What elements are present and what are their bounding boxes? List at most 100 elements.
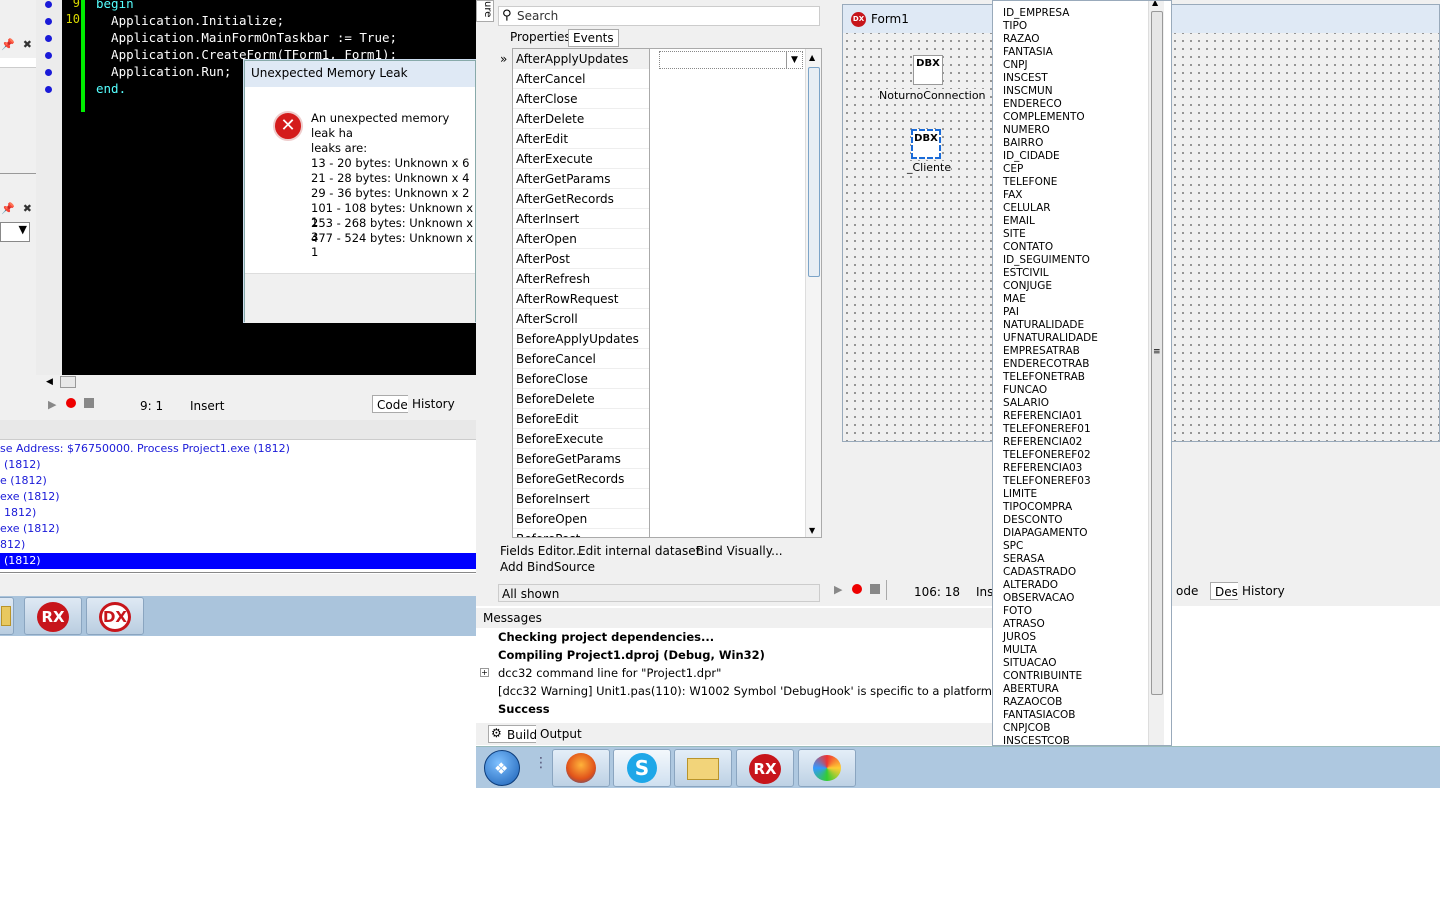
- field-item[interactable]: LIMITE: [1003, 488, 1037, 501]
- play-icon[interactable]: ▶: [48, 398, 56, 411]
- field-item[interactable]: MULTA: [1003, 644, 1037, 657]
- event-item[interactable]: BeforeEdit: [513, 409, 649, 429]
- field-item[interactable]: TIPOCOMPRA: [1003, 501, 1072, 514]
- log-line[interactable]: exe (1812): [0, 521, 60, 537]
- event-item[interactable]: BeforeInsert: [513, 489, 649, 509]
- scroll-up-icon[interactable]: ▲: [1152, 1, 1158, 7]
- fields-editor-link[interactable]: Fields Editor...: [500, 544, 584, 558]
- scroll-down-icon[interactable]: ▼: [809, 526, 815, 535]
- taskbar-button[interactable]: [674, 749, 732, 787]
- field-item[interactable]: BAIRRO: [1003, 137, 1043, 150]
- event-item[interactable]: AfterRefresh: [513, 269, 649, 289]
- dialog-title[interactable]: Unexpected Memory Leak: [245, 61, 475, 87]
- scroll-up-icon[interactable]: ▲: [809, 53, 815, 62]
- event-item[interactable]: BeforeGetParams: [513, 449, 649, 469]
- field-item[interactable]: TIPO: [1003, 20, 1027, 33]
- breakpoint-icon[interactable]: [45, 69, 52, 76]
- event-item[interactable]: AfterOpen: [513, 229, 649, 249]
- record-icon[interactable]: [66, 398, 76, 408]
- field-item[interactable]: INSCEST: [1003, 72, 1048, 85]
- event-log[interactable]: se Address: $76750000. Process Project1.…: [0, 440, 476, 574]
- taskbar-button[interactable]: RX: [736, 749, 794, 787]
- event-item[interactable]: AfterClose: [513, 89, 649, 109]
- event-item[interactable]: AfterCancel: [513, 69, 649, 89]
- event-item[interactable]: AfterGetRecords: [513, 189, 649, 209]
- field-item[interactable]: TELEFONEREF01: [1003, 423, 1091, 436]
- dataset-component-selected[interactable]: DBX: [911, 129, 941, 159]
- field-item[interactable]: CELULAR: [1003, 202, 1051, 215]
- taskbar-button[interactable]: [552, 749, 610, 787]
- field-item[interactable]: NATURALIDADE: [1003, 319, 1084, 332]
- edit-dataset-link[interactable]: Edit internal dataset...: [578, 544, 712, 558]
- message-line[interactable]: Success: [498, 702, 550, 716]
- scroll-left-icon[interactable]: ◀: [46, 377, 53, 387]
- field-item[interactable]: RAZAOCOB: [1003, 696, 1062, 709]
- start-button[interactable]: ❖: [484, 750, 520, 786]
- tab-build[interactable]: ⚙ Build: [488, 725, 543, 743]
- field-item[interactable]: SALARIO: [1003, 397, 1049, 410]
- field-item[interactable]: TELEFONEREF02: [1003, 449, 1091, 462]
- event-item[interactable]: BeforeExecute: [513, 429, 649, 449]
- field-item[interactable]: RAZAO: [1003, 33, 1040, 46]
- field-item[interactable]: REFERENCIA03: [1003, 462, 1082, 475]
- field-item[interactable]: CONTATO: [1003, 241, 1053, 254]
- field-item[interactable]: CEP: [1003, 163, 1023, 176]
- breakpoint-icon[interactable]: [45, 35, 52, 42]
- field-item[interactable]: MAE: [1003, 293, 1026, 306]
- scroll-thumb[interactable]: [808, 67, 820, 277]
- field-item[interactable]: ATRASO: [1003, 618, 1045, 631]
- field-item[interactable]: ESTCIVIL: [1003, 267, 1049, 280]
- add-bindsource-link[interactable]: Add BindSource: [500, 560, 595, 574]
- vertical-scrollbar[interactable]: ▲ ≡: [1148, 1, 1164, 745]
- field-item[interactable]: CADASTRADO: [1003, 566, 1076, 579]
- close-icon[interactable]: ✖: [23, 202, 32, 218]
- field-item[interactable]: TELEFONEREF03: [1003, 475, 1091, 488]
- event-item[interactable]: AfterRowRequest: [513, 289, 649, 309]
- field-item[interactable]: SITUACAO: [1003, 657, 1056, 670]
- taskbar-button[interactable]: DX: [86, 597, 144, 635]
- field-item[interactable]: ID_CIDADE: [1003, 150, 1060, 163]
- field-item[interactable]: REFERENCIA01: [1003, 410, 1082, 423]
- field-item[interactable]: CNPJCOB: [1003, 722, 1050, 735]
- field-item[interactable]: ABERTURA: [1003, 683, 1059, 696]
- log-line[interactable]: e (1812): [0, 473, 47, 489]
- log-line[interactable]: (1812): [4, 457, 41, 473]
- event-item[interactable]: AfterPost: [513, 249, 649, 269]
- field-item[interactable]: UFNATURALIDADE: [1003, 332, 1098, 345]
- field-item[interactable]: ENDERECOTRAB: [1003, 358, 1089, 371]
- field-item[interactable]: INSCESTCOB: [1003, 735, 1070, 745]
- field-item[interactable]: SITE: [1003, 228, 1026, 241]
- field-item[interactable]: INSCMUN: [1003, 85, 1053, 98]
- taskbar-button[interactable]: [0, 597, 14, 635]
- field-item[interactable]: NUMERO: [1003, 124, 1050, 137]
- field-item[interactable]: ID_EMPRESA: [1003, 7, 1069, 20]
- field-item[interactable]: SPC: [1003, 540, 1023, 553]
- field-item[interactable]: CONJUGE: [1003, 280, 1052, 293]
- field-item[interactable]: TELEFONE: [1003, 176, 1057, 189]
- log-line[interactable]: se Address: $76750000. Process Project1.…: [0, 441, 290, 457]
- tab-history[interactable]: History: [408, 395, 459, 413]
- field-item[interactable]: DIAPAGAMENTO: [1003, 527, 1088, 540]
- breakpoint-icon[interactable]: [45, 18, 52, 25]
- combo-box[interactable]: ▼: [0, 222, 30, 242]
- event-item[interactable]: BeforeGetRecords: [513, 469, 649, 489]
- vertical-scrollbar[interactable]: ▲ ▼: [805, 49, 821, 537]
- message-line[interactable]: Checking project dependencies...: [498, 630, 714, 644]
- tab-properties[interactable]: Properties: [506, 29, 575, 47]
- column-splitter[interactable]: [649, 49, 650, 537]
- message-line[interactable]: dcc32 command line for "Project1.dpr": [498, 666, 721, 680]
- record-icon[interactable]: [852, 584, 862, 594]
- field-item[interactable]: CNPJ: [1003, 59, 1028, 72]
- taskbar-button[interactable]: RX: [24, 597, 82, 635]
- message-line[interactable]: [dcc32 Warning] Unit1.pas(110): W1002 Sy…: [498, 684, 992, 698]
- expand-icon[interactable]: +: [480, 668, 489, 677]
- tab-code[interactable]: ode: [1172, 582, 1203, 600]
- event-item[interactable]: BeforeCancel: [513, 349, 649, 369]
- field-item[interactable]: EMAIL: [1003, 215, 1035, 228]
- event-item[interactable]: AfterExecute: [513, 149, 649, 169]
- horizontal-scrollbar[interactable]: ◀: [36, 375, 476, 391]
- event-item[interactable]: BeforePost: [513, 529, 649, 537]
- search-input[interactable]: Search: [498, 6, 820, 26]
- log-line[interactable]: 1812): [4, 505, 36, 521]
- sql-connection-component[interactable]: DBX: [913, 55, 943, 85]
